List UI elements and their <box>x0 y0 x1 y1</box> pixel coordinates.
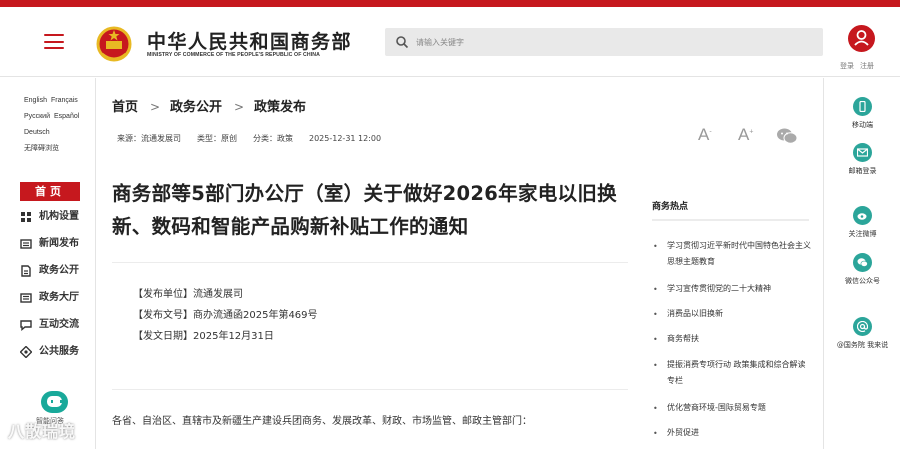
meta-category: 分类：政策 <box>253 134 293 143</box>
info-divider <box>112 389 628 390</box>
nav-item-label: 机构设置 <box>39 211 79 222</box>
breadcrumb-policy[interactable]: 政策发布 <box>254 100 306 115</box>
at-icon <box>853 317 872 336</box>
info-date: 【发文日期】2025年12月31日 <box>133 331 274 342</box>
bullet-icon: • <box>653 335 658 344</box>
search-input[interactable] <box>416 32 806 52</box>
search-icon[interactable] <box>395 35 409 49</box>
nav-home-button[interactable]: 首页 <box>20 182 80 201</box>
right-item-wechat[interactable]: 微信公众号 <box>824 253 900 286</box>
org-structure-icon <box>21 212 31 222</box>
nav-item-label: 新闻发布 <box>39 238 79 249</box>
document-icon <box>21 265 31 277</box>
service-icon <box>20 346 32 358</box>
article-info: 【发布单位】流通发展司 【发布文号】商办流通函2025年第469号 【发文日期】… <box>133 284 318 347</box>
bullet-icon: • <box>653 242 658 251</box>
hot-item[interactable]: • 优化营商环境-国际贸易专题 <box>653 400 813 416</box>
user-icon <box>854 30 869 46</box>
user-links: 登录 注册 <box>840 61 880 71</box>
site-title-cn[interactable]: 中华人民共和国商务部 <box>147 27 352 54</box>
accessibility-link[interactable]: 无障碍浏览 <box>24 141 59 157</box>
mobile-icon <box>853 97 872 116</box>
site-header: 中华人民共和国商务部 MINISTRY OF COMMERCE OF THE P… <box>0 7 900 77</box>
meta-source: 来源：流通发展司 <box>117 134 181 143</box>
nav-item-label: 政务公开 <box>39 265 79 276</box>
article-body-start: 各省、自治区、直辖市及新疆生产建设兵团商务、发展改革、财政、市场监管、邮政主管部… <box>112 416 532 427</box>
bullet-icon: • <box>653 361 658 370</box>
search-box <box>385 28 823 56</box>
right-item-state-council[interactable]: @国务院 我来说 <box>824 317 900 350</box>
nav-item-label: 政务大厅 <box>39 292 79 303</box>
info-doc-number: 【发布文号】商办流通函2025年第469号 <box>133 310 318 321</box>
lang-russian[interactable]: Русский <box>24 109 50 125</box>
hot-item[interactable]: • 学习贯彻习近平新时代中国特色社会主义思想主题教育 <box>653 238 813 270</box>
chevron-right-icon: > <box>234 100 245 114</box>
lang-german[interactable]: Deutsch <box>24 125 50 141</box>
mail-icon <box>853 143 872 162</box>
hot-topics-divider <box>652 219 809 221</box>
wechat-icon <box>853 253 872 272</box>
lang-spanish[interactable]: Español <box>54 109 79 125</box>
hot-topics-title: 商务热点 <box>652 202 689 212</box>
weibo-icon <box>853 206 872 225</box>
news-icon <box>20 239 32 249</box>
hot-item[interactable]: • 外贸促进 <box>653 425 813 441</box>
nav-item-label: 互动交流 <box>39 319 79 330</box>
language-switcher: English Français Русский Español Deutsch 无… <box>24 93 94 157</box>
info-issuer: 【发布单位】流通发展司 <box>133 289 243 300</box>
bullet-icon: • <box>653 404 658 413</box>
article-title: 商务部等5部门办公厅（室）关于做好2026年家电以旧换新、数码和智能产品购新补贴… <box>112 182 617 238</box>
hot-item[interactable]: • 提振消费专项行动 政策集成和综合解读专栏 <box>653 357 813 389</box>
breadcrumb: 首页 > 政务公开 > 政策发布 <box>112 96 306 115</box>
hot-item[interactable]: • 商务帮扶 <box>653 331 813 347</box>
breadcrumb-open-gov[interactable]: 政务公开 <box>170 100 222 115</box>
hot-item[interactable]: • 学习宣传贯彻党的二十大精神 <box>653 281 813 297</box>
right-item-mail[interactable]: 邮箱登录 <box>824 143 900 176</box>
bullet-icon: • <box>653 310 658 319</box>
user-avatar[interactable] <box>848 25 875 52</box>
chat-icon <box>20 320 32 331</box>
robot-assistant-icon[interactable] <box>41 391 68 413</box>
login-link[interactable]: 登录 <box>840 62 854 70</box>
right-item-weibo[interactable]: 关注微博 <box>824 206 900 239</box>
chevron-right-icon: > <box>150 100 161 114</box>
breadcrumb-home[interactable]: 首页 <box>112 100 138 115</box>
article-meta: 来源：流通发展司 类型：原创 分类：政策 2025-12-31 12:00 <box>117 133 397 144</box>
lang-french[interactable]: Français <box>51 93 78 109</box>
bullet-icon: • <box>653 429 658 438</box>
font-increase-icon[interactable]: A+ <box>738 125 753 145</box>
font-decrease-icon[interactable]: A- <box>698 125 712 145</box>
top-red-bar <box>0 0 900 7</box>
site-title-en: MINISTRY OF COMMERCE OF THE PEOPLE'S REP… <box>147 52 320 58</box>
national-emblem-logo[interactable] <box>96 24 132 64</box>
meta-type: 类型：原创 <box>197 134 237 143</box>
title-divider <box>112 262 628 263</box>
right-item-mobile[interactable]: 移动端 <box>824 97 900 130</box>
hall-icon <box>20 293 32 303</box>
meta-datetime: 2025-12-31 12:00 <box>309 134 382 143</box>
hot-item[interactable]: • 消费品以旧换新 <box>653 306 813 322</box>
right-sidebar: 移动端 邮箱登录 关注微博 微信公众号 @国务院 我来说 <box>823 78 900 449</box>
menu-hamburger-icon[interactable] <box>44 34 64 49</box>
register-link[interactable]: 注册 <box>860 62 874 70</box>
lang-english[interactable]: English <box>24 93 47 109</box>
left-navigation: English Français Русский Español Deutsch 无… <box>0 78 96 449</box>
watermark: 八散瑞境 <box>8 422 77 441</box>
nav-item-label: 公共服务 <box>39 346 79 357</box>
bullet-icon: • <box>653 285 658 294</box>
wechat-share-icon[interactable] <box>776 127 798 145</box>
